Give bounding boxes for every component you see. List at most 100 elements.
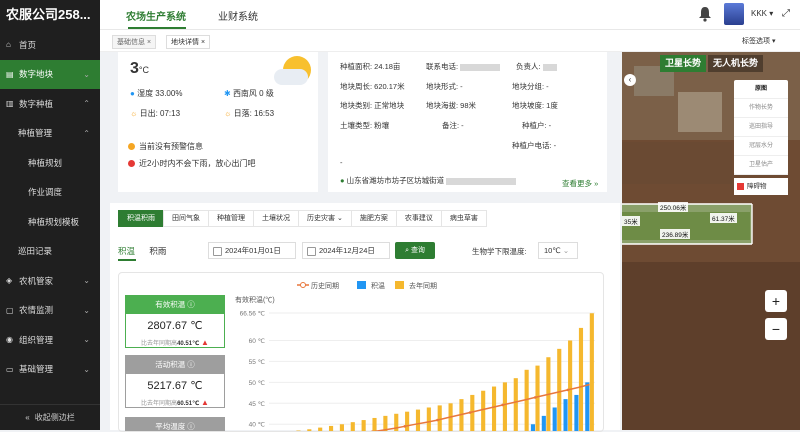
weather-card: 3°C ● 湿度 33.00% ✱ 西南风 0 级 ☼ 日出: 07:13 ☼ … xyxy=(118,52,318,192)
sidebar-item-patrol-record[interactable]: 巡田记录 xyxy=(0,237,100,267)
page-tab-plot-detail[interactable]: 地块详情 × xyxy=(166,35,210,49)
bar-accumulated-temp xyxy=(574,395,578,432)
layer-original[interactable]: 原图 xyxy=(734,80,788,99)
layer-canopy-water[interactable]: 冠层水分 xyxy=(734,137,788,156)
card-compare: 比去年同期高60.51℃ ▲ xyxy=(126,398,224,407)
sidebar-item-basic[interactable]: ▭基础管理⌄ xyxy=(0,355,100,385)
tab-farming-advice[interactable]: 农事建议 xyxy=(396,210,442,227)
chevron-down-icon: ⌄ xyxy=(83,276,90,285)
subtab-underline xyxy=(118,259,136,261)
sidebar-item-digital-planting[interactable]: ▥数字种植⌃ xyxy=(0,89,100,119)
subtab-accumulated-rain[interactable]: 积雨 xyxy=(149,246,166,256)
threshold-select[interactable]: 10℃ ⌄ xyxy=(538,242,578,259)
sub-tabs: 积温 积雨 xyxy=(118,245,178,257)
bell-icon[interactable] xyxy=(698,6,712,22)
zoom-in-button[interactable]: + xyxy=(765,290,787,312)
card-title: 活动积温 ⓘ xyxy=(126,356,224,374)
history-point xyxy=(469,411,472,414)
map-tab-satellite[interactable]: 卫星长势 xyxy=(660,55,706,72)
tab-planting-mgmt[interactable]: 种植管理 xyxy=(208,210,254,227)
avatar[interactable] xyxy=(724,3,744,25)
cloud-icon xyxy=(274,69,308,85)
tab-soil-status[interactable]: 土壤状况 xyxy=(253,210,299,227)
user-menu[interactable]: KKK ▾ xyxy=(751,9,773,18)
plot-slope: 地块坡度: 1度 xyxy=(512,100,558,111)
system-tab-finance[interactable]: 业财系统 xyxy=(218,8,258,23)
tab-pests-weeds[interactable]: 病虫草害 xyxy=(441,210,487,227)
effective-temp-card[interactable]: 有效积温 ⓘ 2807.67 ℃ 比去年同期高40.51℃ ▲ xyxy=(125,295,225,348)
y-tick-label: 50 ℃ xyxy=(249,380,266,387)
y-tick-label: 66.56 ℃ xyxy=(240,311,266,318)
tab-options-dropdown[interactable]: 标签选项 ▾ xyxy=(742,36,775,46)
sidebar: 农服公司258... ⌂首页 ▤数字地块⌄ ▥数字种植⌃ 种植管理⌃ 种植规划 … xyxy=(0,0,100,430)
close-icon[interactable]: × xyxy=(201,39,205,46)
tab-history-disaster[interactable]: 历史灾害 ⌄ xyxy=(298,210,352,227)
bar-last-year xyxy=(329,426,333,432)
end-date-input[interactable]: 2024年12月24日 xyxy=(302,242,390,259)
collapse-sidebar-button[interactable]: «收起侧边栏 xyxy=(0,404,100,430)
bar-last-year xyxy=(405,412,409,432)
card-compare: 比去年同期高40.51℃ ▲ xyxy=(126,338,224,347)
page-tabs-bar: 基础信息 × 地块详情 × 标签选项 ▾ xyxy=(100,30,800,52)
org-icon: ◉ xyxy=(6,335,16,344)
layer-yield-estimate[interactable]: 卫星估产 xyxy=(734,156,788,175)
tab-accumulated-temp-rain[interactable]: 积温积雨 xyxy=(118,210,164,227)
y-axis-title: 有效积温(℃) xyxy=(235,295,275,304)
active-temp-card[interactable]: 活动积温 ⓘ 5217.67 ℃ 比去年同期高60.51℃ ▲ xyxy=(125,355,225,408)
sidebar-item-plan-template[interactable]: 种植规划模板 xyxy=(0,207,100,237)
view-more-link[interactable]: 查看更多 » xyxy=(562,178,598,189)
bar-last-year xyxy=(535,366,539,432)
legend-label: 去年同期 xyxy=(409,281,437,290)
chevron-down-icon: ⌄ xyxy=(83,335,90,344)
arrow-up-icon: ▲ xyxy=(201,398,209,407)
accumulated-temp-chart: 历史同期积温去年同期有效积温(℃)66.56 ℃60 ℃55 ℃50 ℃45 ℃… xyxy=(225,273,604,432)
chevron-down-icon: ⌄ xyxy=(83,70,90,79)
tab-fertilizer-plan[interactable]: 施肥方案 xyxy=(351,210,397,227)
subtab-accumulated-temp[interactable]: 积温 xyxy=(118,246,135,256)
y-tick-label: 45 ℃ xyxy=(249,401,266,408)
query-button[interactable]: ⌕ 查询 xyxy=(395,242,435,259)
sidebar-item-job-dispatch[interactable]: 作业调度 xyxy=(0,178,100,208)
bar-last-year xyxy=(503,382,507,432)
history-point xyxy=(404,425,407,428)
sidebar-item-organization[interactable]: ◉组织管理⌄ xyxy=(0,325,100,355)
main-tabs: 积温积雨 田间气象 种植管理 土壤状况 历史灾害 ⌄ 施肥方案 农事建议 病虫草… xyxy=(118,210,486,227)
alert-icon xyxy=(128,160,135,167)
sidebar-item-planting-plan[interactable]: 种植规划 xyxy=(0,148,100,178)
warning-icon xyxy=(128,143,135,150)
close-icon[interactable]: × xyxy=(147,39,151,46)
arrow-up-icon: ▲ xyxy=(201,338,209,347)
satellite-map[interactable]: 卫星长势 无人机长势 ‹ 原图 作物长势 巡田指导 冠层水分 卫星估产 障碍物 … xyxy=(622,52,800,430)
map-tab-drone[interactable]: 无人机长势 xyxy=(708,55,763,72)
sunrise-icon: ☼ xyxy=(130,109,137,118)
bar-last-year xyxy=(568,340,572,432)
fullscreen-icon[interactable]: ⤢ xyxy=(782,8,790,19)
redacted-value xyxy=(446,178,516,185)
caret-down-icon: ▾ xyxy=(769,9,773,18)
plot-area: 种植面积: 24.18亩 xyxy=(340,61,400,72)
active-system-underline xyxy=(128,27,186,29)
threshold-label: 生物学下限温度: xyxy=(472,246,527,257)
bar-last-year xyxy=(492,387,496,432)
search-icon: ⌕ xyxy=(405,247,409,254)
map-distance-label: 250.06米 xyxy=(658,202,688,212)
system-tab-farm[interactable]: 农场生产系统 xyxy=(126,8,186,23)
sidebar-item-monitoring[interactable]: ▢农情监测⌄ xyxy=(0,296,100,326)
sidebar-item-digital-plot[interactable]: ▤数字地块⌄ xyxy=(0,60,100,90)
page-tab-basic-info[interactable]: 基础信息 × xyxy=(112,35,156,49)
collapse-map-icon[interactable]: ‹ xyxy=(624,74,636,86)
bar-last-year xyxy=(481,391,485,432)
zoom-out-button[interactable]: − xyxy=(765,318,787,340)
layer-crop-growth[interactable]: 作物长势 xyxy=(734,99,788,118)
sidebar-item-home[interactable]: ⌂首页 xyxy=(0,30,100,60)
redacted-value xyxy=(543,64,557,71)
obstacle-toggle[interactable]: 障碍物 xyxy=(734,178,788,195)
plot-category: 地块类别: 正常地块 xyxy=(340,100,404,111)
sunset: ☼ 日落: 16:53 xyxy=(224,108,274,119)
layer-patrol-guide[interactable]: 巡田指导 xyxy=(734,118,788,137)
start-date-input[interactable]: 2024年01月01日 xyxy=(208,242,296,259)
legend-swatch xyxy=(395,281,404,289)
sidebar-item-planting-mgmt[interactable]: 种植管理⌃ xyxy=(0,119,100,149)
tab-field-weather[interactable]: 田间气象 xyxy=(163,210,209,227)
sidebar-item-machinery[interactable]: ◈农机管家⌄ xyxy=(0,266,100,296)
